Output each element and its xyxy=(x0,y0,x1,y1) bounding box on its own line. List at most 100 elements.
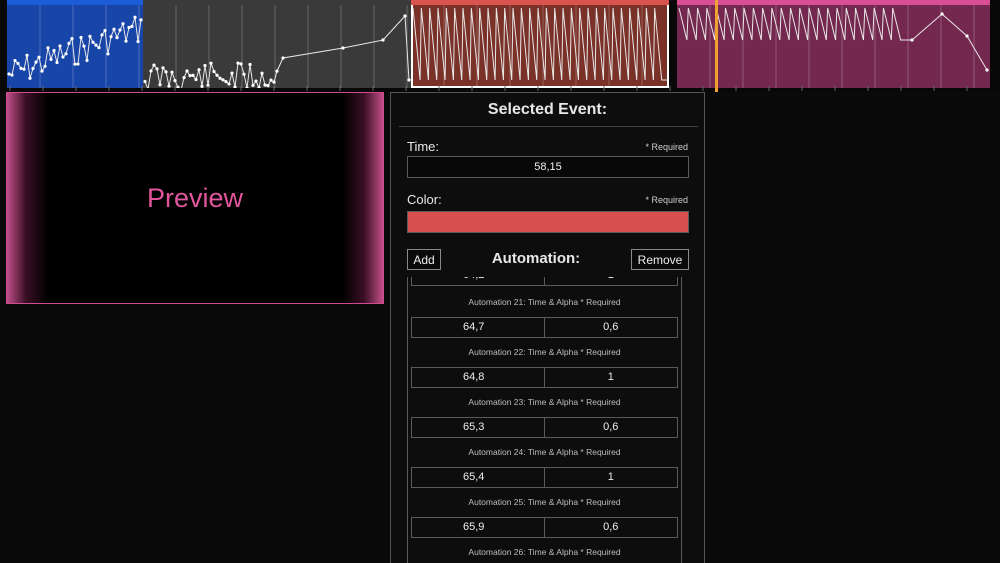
automation-time-field[interactable]: 65,4 xyxy=(412,468,545,487)
automation-row: 64,2 1 xyxy=(411,277,678,286)
time-required-note: * Required xyxy=(645,142,688,152)
automation-time-field[interactable]: 64,2 xyxy=(412,277,545,285)
curve-point xyxy=(269,78,273,82)
curve-point xyxy=(136,39,140,44)
curve-point xyxy=(55,60,59,65)
automation-time-field[interactable]: 65,3 xyxy=(412,418,545,437)
timeline-segment-red[interactable] xyxy=(411,0,669,88)
curve-point xyxy=(97,46,101,50)
curve-point xyxy=(254,79,258,83)
automation-alpha-field[interactable]: 0,6 xyxy=(545,518,678,537)
curve-point xyxy=(188,73,192,78)
curve-point xyxy=(185,69,189,73)
curve-point xyxy=(130,24,134,28)
automation-time-field[interactable]: 64,7 xyxy=(412,318,545,337)
curve-point xyxy=(82,44,86,48)
curve-point xyxy=(46,46,50,50)
curve-point xyxy=(381,38,385,42)
automation-caption: Automation 24: Time & Alpha * Required xyxy=(468,447,621,457)
curve-point xyxy=(112,27,116,31)
automation-alpha-field[interactable]: 0,6 xyxy=(545,318,678,337)
curve-point xyxy=(152,63,156,67)
curve-point xyxy=(149,69,153,73)
color-picker[interactable] xyxy=(407,211,689,233)
curve-point xyxy=(940,12,944,16)
curve-point xyxy=(52,48,56,53)
automation-curve xyxy=(143,5,411,88)
time-input[interactable] xyxy=(407,156,689,178)
automation-curve xyxy=(678,5,989,88)
automation-row: 65,3 0,6 xyxy=(411,417,678,438)
curve-point xyxy=(164,70,168,74)
curve-point xyxy=(43,64,47,68)
automation-alpha-field[interactable]: 0,6 xyxy=(545,418,678,437)
automation-row: 65,9 0,6 xyxy=(411,517,678,538)
automation-alpha-field[interactable]: 1 xyxy=(545,468,678,487)
color-label: Color: xyxy=(407,192,442,207)
curve-point xyxy=(194,77,198,82)
timeline[interactable] xyxy=(0,0,1000,92)
curve-point xyxy=(7,72,11,76)
curve-point xyxy=(118,28,122,32)
curve-point xyxy=(242,72,246,76)
add-automation-button[interactable]: Add xyxy=(407,249,441,270)
automation-caption: Automation 23: Time & Alpha * Required xyxy=(468,397,621,407)
curve-point xyxy=(106,52,110,56)
automation-curve xyxy=(7,5,143,88)
automation-list[interactable]: 64,2 1 Automation 21: Time & Alpha * Req… xyxy=(407,277,682,563)
automation-time-field[interactable]: 65,9 xyxy=(412,518,545,537)
time-label: Time: xyxy=(407,139,440,154)
curve-point xyxy=(403,14,407,18)
automation-caption: Automation 22: Time & Alpha * Required xyxy=(468,347,621,357)
curve-point xyxy=(34,60,38,64)
curve-point xyxy=(224,80,228,84)
automation-time-field[interactable]: 64,8 xyxy=(412,368,545,387)
curve-point xyxy=(25,53,29,57)
curve-point xyxy=(88,34,92,38)
curve-point xyxy=(94,43,98,47)
curve-point xyxy=(10,73,14,77)
curve-point xyxy=(260,71,264,75)
curve-point xyxy=(124,39,128,43)
timeline-segment-blue[interactable] xyxy=(7,0,143,88)
curve-point xyxy=(182,75,186,80)
curve-point xyxy=(121,22,125,26)
curve-point xyxy=(173,78,177,83)
timeline-segment-pink[interactable] xyxy=(677,0,990,88)
curve-point xyxy=(103,28,107,33)
curve-point xyxy=(67,41,71,46)
curve-point xyxy=(281,56,285,60)
curve-point xyxy=(965,34,969,38)
automation-alpha-field[interactable]: 1 xyxy=(545,277,678,285)
curve-point xyxy=(49,57,53,62)
automation-curve xyxy=(412,5,667,88)
curve-point xyxy=(221,78,225,82)
curve-point xyxy=(272,80,276,84)
automation-alpha-field[interactable]: 1 xyxy=(545,368,678,387)
curve-line xyxy=(412,7,667,81)
curve-point xyxy=(31,66,35,71)
curve-point xyxy=(64,52,68,56)
curve-point xyxy=(13,59,17,63)
color-required-note: * Required xyxy=(645,195,688,205)
timeline-segment-gray[interactable] xyxy=(143,0,411,88)
curve-point xyxy=(161,66,165,70)
playhead[interactable] xyxy=(715,0,718,92)
curve-point xyxy=(115,35,119,40)
curve-point xyxy=(236,61,240,65)
curve-point xyxy=(910,38,914,42)
curve-point xyxy=(16,61,20,66)
automation-caption: Automation 26: Time & Alpha * Required xyxy=(468,547,621,557)
selected-event-panel: Selected Event: Time: * Required Color: … xyxy=(390,92,705,563)
curve-point xyxy=(230,71,234,75)
automation-caption: Automation 21: Time & Alpha * Required xyxy=(468,297,621,307)
curve-point xyxy=(239,62,243,66)
remove-automation-button[interactable]: Remove xyxy=(631,249,689,270)
curve-point xyxy=(155,67,159,71)
curve-point xyxy=(40,69,44,73)
automation-row: 64,8 1 xyxy=(411,367,678,388)
curve-point xyxy=(28,76,32,80)
curve-point xyxy=(58,44,62,48)
curve-point xyxy=(170,70,174,74)
curve-point xyxy=(79,35,83,40)
